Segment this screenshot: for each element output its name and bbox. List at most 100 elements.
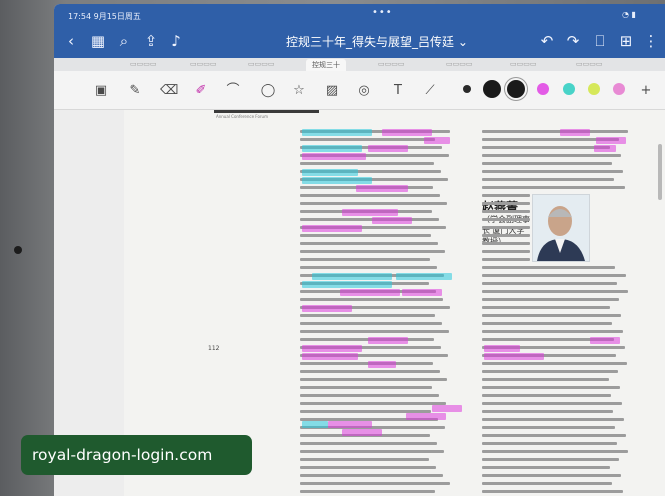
- text-line: [300, 442, 437, 445]
- text-line: [482, 410, 613, 413]
- camera-icon[interactable]: ◎: [355, 82, 373, 100]
- highlight-magenta: [484, 345, 520, 352]
- text-line: [482, 258, 530, 261]
- highlight-cyan: [302, 145, 362, 152]
- highlight-magenta: [432, 405, 462, 412]
- text-line: [300, 330, 449, 333]
- header-rule: [214, 110, 319, 113]
- text-line: [482, 202, 530, 205]
- search-icon[interactable]: ⌕: [113, 30, 135, 52]
- text-line: [482, 130, 628, 133]
- highlight-magenta: [590, 337, 620, 344]
- text-line: [482, 178, 614, 181]
- text-line: [482, 170, 623, 173]
- highlight-magenta: [302, 345, 362, 352]
- image-icon[interactable]: ▨: [323, 82, 341, 100]
- text-line: [482, 482, 612, 485]
- tab-placeholder-1[interactable]: ▭▭▭▭: [124, 59, 162, 69]
- text-line: [300, 378, 447, 381]
- add-color-icon[interactable]: +: [637, 82, 655, 100]
- eraser-icon[interactable]: ⌫: [160, 82, 178, 100]
- pen-icon[interactable]: ✎: [126, 82, 144, 100]
- text-line: [300, 362, 433, 365]
- text-line: [482, 242, 530, 245]
- highlight-cyan: [302, 177, 372, 184]
- text-line: [482, 194, 530, 197]
- tab-placeholder-3[interactable]: ▭▭▭▭: [242, 59, 280, 69]
- image-select-icon[interactable]: ▣: [92, 82, 110, 100]
- text-line: [482, 330, 623, 333]
- multitask-dots[interactable]: •••: [372, 7, 393, 18]
- tab-active[interactable]: 控规三十: [306, 59, 346, 71]
- highlight-magenta: [356, 185, 408, 192]
- text-line: [300, 242, 438, 245]
- text-line: [300, 338, 434, 341]
- pen-toolbar: ▣ ✎ ⌫ ✐ ⌒ ◯ ☆ ▨ ◎ T ⟋ +: [54, 71, 665, 110]
- highlight-magenta: [594, 145, 616, 152]
- highlight-magenta: [372, 217, 412, 224]
- text-line: [482, 450, 628, 453]
- highlight-magenta: [484, 353, 544, 360]
- text-line: [482, 154, 621, 157]
- color-swatch-yellow[interactable]: [588, 83, 600, 95]
- highlight-magenta: [302, 353, 358, 360]
- sticker-icon[interactable]: ☆: [290, 82, 308, 100]
- camera-dot: [14, 246, 22, 254]
- tab-placeholder-7[interactable]: ▭▭▭▭: [570, 59, 608, 69]
- highlight-magenta: [368, 361, 396, 368]
- more-icon[interactable]: ⋮: [640, 30, 662, 52]
- bookmark-icon[interactable]: ⎕: [589, 30, 611, 52]
- color-swatch-magenta[interactable]: [537, 83, 549, 95]
- laser-pointer-icon[interactable]: ⟋: [421, 82, 439, 100]
- highlight-cyan: [312, 273, 392, 280]
- lasso-icon[interactable]: ⌒: [224, 82, 242, 100]
- text-line: [300, 298, 443, 301]
- text-line: [300, 202, 447, 205]
- highlight-magenta: [302, 225, 362, 232]
- tab-placeholder-5[interactable]: ▭▭▭▭: [440, 59, 478, 69]
- tab-placeholder-6[interactable]: ▭▭▭▭: [504, 59, 542, 69]
- text-line: [482, 362, 627, 365]
- text-line: [300, 386, 432, 389]
- share-icon[interactable]: ⇪: [140, 30, 162, 52]
- tab-placeholder-2[interactable]: ▭▭▭▭: [184, 59, 222, 69]
- document-title[interactable]: 控规三十年_得失与展望_吕传廷 ⌄: [286, 33, 468, 50]
- color-swatch-pink[interactable]: [613, 83, 625, 95]
- text-line: [482, 210, 530, 213]
- text-line: [482, 474, 621, 477]
- shapes-icon[interactable]: ◯: [259, 82, 277, 100]
- scroll-handle[interactable]: [658, 144, 662, 200]
- back-chevron-icon[interactable]: ‹: [60, 30, 82, 52]
- color-swatch-teal[interactable]: [563, 83, 575, 95]
- author-photo: [532, 194, 590, 262]
- text-line: [482, 282, 617, 285]
- tab-placeholder-4[interactable]: ▭▭▭▭: [372, 59, 410, 69]
- page-number: 112: [208, 345, 220, 352]
- highlight-magenta: [328, 421, 372, 428]
- add-page-icon[interactable]: ⊞: [615, 30, 637, 52]
- grid-icon[interactable]: ▦: [87, 30, 109, 52]
- text-line: [482, 490, 623, 493]
- text-line: [300, 458, 429, 461]
- highlight-cyan: [302, 281, 392, 288]
- text-line: [482, 322, 612, 325]
- redo-icon[interactable]: ↷: [562, 30, 584, 52]
- text-icon[interactable]: T: [389, 82, 407, 100]
- text-line: [482, 274, 626, 277]
- text-line: [300, 314, 435, 317]
- header-text: Annual Conference Forum: [216, 114, 268, 119]
- text-line: [300, 394, 439, 397]
- text-line: [482, 394, 611, 397]
- color-swatch-black-medium[interactable]: [483, 80, 501, 98]
- text-line: [300, 474, 443, 477]
- text-line: [482, 418, 624, 421]
- highlight-magenta: [302, 153, 366, 160]
- color-swatch-black-selected[interactable]: [507, 80, 525, 98]
- text-line: [300, 162, 434, 165]
- undo-icon[interactable]: ↶: [536, 30, 558, 52]
- text-line: [482, 266, 615, 269]
- color-swatch-dark-small[interactable]: [463, 85, 471, 93]
- text-line: [300, 450, 444, 453]
- microphone-icon[interactable]: ♪: [165, 30, 187, 52]
- highlighter-icon[interactable]: ✐: [192, 82, 210, 100]
